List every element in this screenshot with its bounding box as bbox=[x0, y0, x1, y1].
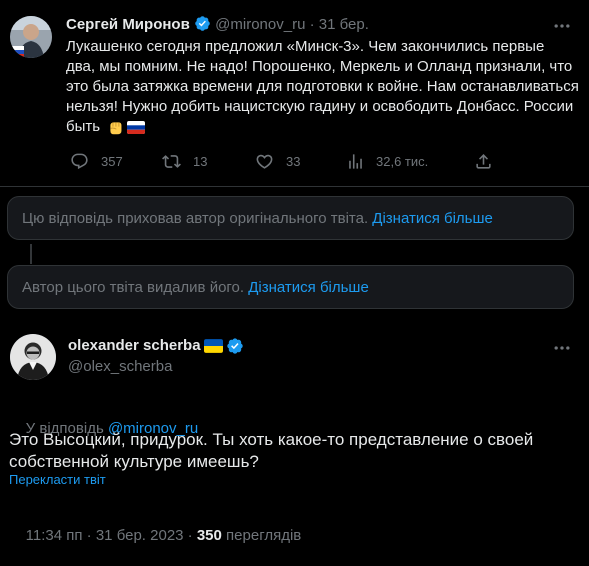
tweet-text-line: два, мы помним. Не надо! Порошенко, Мерк… bbox=[66, 58, 573, 75]
tweet-text-line: нельзя! Нужно добить нацистскую гадину и… bbox=[66, 98, 574, 115]
divider bbox=[0, 186, 589, 187]
hidden-reply-notice: Цю відповідь приховав автор оригінальног… bbox=[7, 196, 574, 240]
tweet-timestamp[interactable]: 11:34 пп · 31 бер. 2023 · bbox=[26, 527, 197, 544]
author-handle[interactable]: @mironov_ru bbox=[215, 16, 305, 33]
repost-button[interactable]: 13 bbox=[162, 152, 207, 171]
tweet-text-line: это была затяжка времени для подготовки … bbox=[66, 78, 579, 95]
learn-more-link[interactable]: Дізнатися більше bbox=[248, 279, 369, 296]
reply-icon bbox=[70, 152, 89, 171]
repost-count: 13 bbox=[193, 154, 208, 169]
tweet-scherba: olexander scherba @olex_scherba У відпов… bbox=[0, 320, 589, 544]
separator-dot: · bbox=[309, 16, 315, 33]
share-icon bbox=[474, 152, 493, 171]
tweet-meta: 11:34 пп · 31 бер. 2023 · 350 переглядів bbox=[9, 506, 302, 566]
deleted-tweet-text: Автор цього твіта видалив його. bbox=[22, 278, 249, 296]
views-chart-icon bbox=[346, 152, 365, 171]
like-button[interactable]: 33 bbox=[255, 152, 300, 171]
views-label: переглядів bbox=[221, 527, 302, 544]
author-name[interactable]: olexander scherba bbox=[68, 336, 201, 356]
ukraine-flag-emoji bbox=[203, 339, 223, 353]
fist-emoji bbox=[107, 119, 124, 136]
deleted-tweet-notice: Автор цього твіта видалив його. Дізнатис… bbox=[7, 265, 574, 309]
tweet-date[interactable]: 31 бер. bbox=[319, 16, 369, 33]
author-handle[interactable]: @olex_scherba bbox=[68, 357, 172, 377]
like-count: 33 bbox=[286, 154, 301, 169]
translate-tweet-link[interactable]: Перекласти твіт bbox=[9, 471, 106, 489]
tweet-text-line: быть bbox=[66, 118, 101, 135]
author-name[interactable]: Сергей Миронов bbox=[66, 16, 190, 33]
tweet-mironov[interactable]: Сергей Миронов @mironov_ru · 31 бер. Лук… bbox=[0, 0, 589, 190]
tweet-text-line: собственной культуре имеешь? bbox=[9, 452, 259, 471]
tweet-text: Лукашенко сегодня предложил «Минск-3». Ч… bbox=[66, 37, 586, 137]
views-count: 350 bbox=[196, 527, 222, 544]
thread-line bbox=[30, 244, 32, 264]
share-button[interactable] bbox=[474, 152, 493, 171]
views-count: 32,6 тис. bbox=[376, 154, 429, 169]
more-options-icon[interactable] bbox=[552, 338, 572, 358]
russia-flag-emoji bbox=[127, 120, 146, 134]
learn-more-link[interactable]: Дізнатися більше bbox=[372, 210, 493, 227]
verified-badge-icon bbox=[226, 337, 244, 355]
tweet-text-line: Это Высоцкий, придурок. Ты хоть какое-то… bbox=[9, 430, 534, 449]
repost-icon bbox=[162, 152, 181, 171]
avatar[interactable] bbox=[10, 16, 52, 58]
hidden-reply-text: Цю відповідь приховав автор оригінальног… bbox=[22, 209, 373, 227]
views-button[interactable]: 32,6 тис. bbox=[346, 152, 428, 171]
more-options-icon[interactable] bbox=[552, 16, 572, 36]
reply-count: 357 bbox=[101, 154, 123, 169]
avatar[interactable] bbox=[10, 334, 56, 380]
tweet-text: Это Высоцкий, придурок. Ты хоть какое-то… bbox=[9, 429, 579, 473]
tweet-text-line: Лукашенко сегодня предложил «Минск-3». Ч… bbox=[66, 38, 545, 55]
reply-button[interactable]: 357 bbox=[70, 152, 123, 171]
verified-badge-icon bbox=[194, 15, 211, 32]
heart-icon bbox=[255, 152, 274, 171]
